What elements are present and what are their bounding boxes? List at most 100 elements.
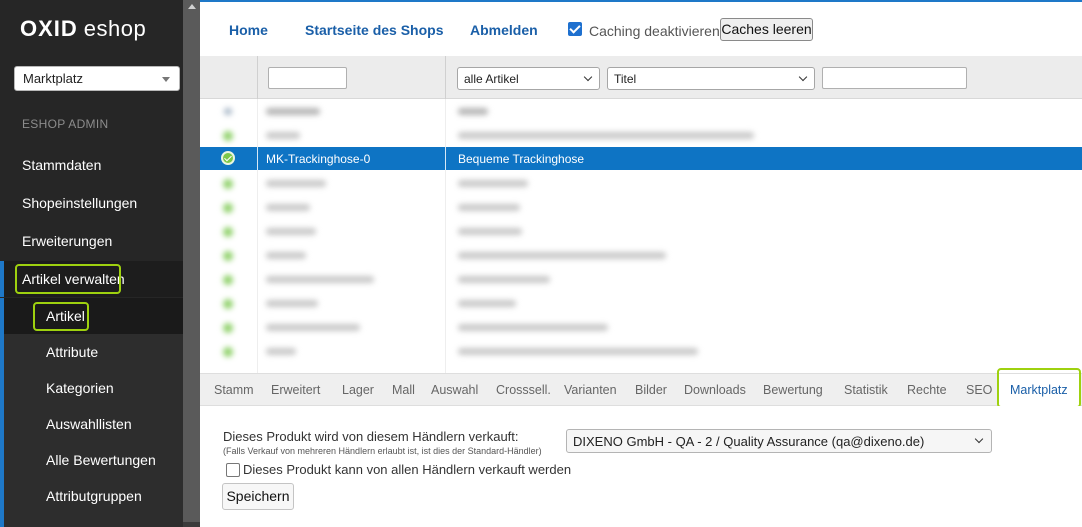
blurred-cell (458, 132, 754, 139)
active-status-icon (223, 323, 233, 333)
active-status-icon (223, 131, 233, 141)
all-merchants-label: Dieses Produkt kann von allen Händlern v… (243, 462, 572, 477)
blurred-cell (266, 324, 360, 331)
table-header-row (200, 99, 1082, 123)
table-row[interactable] (200, 171, 1082, 195)
blurred-header-cell (458, 108, 488, 115)
column-divider (445, 56, 446, 99)
table-row[interactable] (200, 315, 1082, 339)
chevron-down-icon (583, 72, 593, 82)
blurred-cell (458, 324, 608, 331)
table-row[interactable] (200, 339, 1082, 363)
sidebar-subitem-kategorien[interactable]: Kategorien (4, 370, 187, 406)
tab-rechte[interactable]: Rechte (907, 383, 947, 397)
tab-erweitert[interactable]: Erweitert (271, 383, 320, 397)
tab-stamm[interactable]: Stamm (214, 383, 254, 397)
tab-mall[interactable]: Mall (392, 383, 415, 397)
chevron-down-icon (162, 77, 170, 82)
highlight-artikel (33, 302, 89, 331)
shop-select[interactable]: Marktplatz (14, 66, 180, 91)
sidebar-item-stammdaten[interactable]: Stammdaten (0, 147, 183, 183)
article-detail-tabs: Stamm Erweitert Lager Mall Auswahl Cross… (200, 373, 1082, 407)
table-row[interactable] (200, 291, 1082, 315)
clear-caches-button[interactable]: Caches leeren (720, 18, 813, 41)
sidebar-item-shopeinstellungen[interactable]: Shopeinstellungen (0, 185, 183, 221)
sidebar: OXID eshop Marktplatz ESHOP ADMIN Stammda… (0, 0, 200, 527)
active-status-icon (223, 275, 233, 285)
sidebar-item-erweiterungen[interactable]: Erweiterungen (0, 223, 183, 259)
column-divider (445, 147, 446, 170)
shop-start-link[interactable]: Startseite des Shops (305, 22, 444, 38)
marketplace-form: Dieses Produkt wird von diesem Händlern … (200, 406, 1082, 527)
title-search-input[interactable] (822, 67, 967, 89)
tab-statistik[interactable]: Statistik (844, 383, 888, 397)
chevron-down-icon (974, 434, 984, 444)
merchant-label: Dieses Produkt wird von diesem Händlern … (223, 429, 519, 444)
blurred-cell (266, 300, 318, 307)
table-row[interactable] (200, 123, 1082, 147)
tab-downloads[interactable]: Downloads (684, 383, 746, 397)
sidebar-subitem-label: Attributgruppen (46, 488, 142, 504)
active-status-icon (223, 299, 233, 309)
article-type-select-value: alle Artikel (464, 72, 519, 86)
sidebar-subitem-auswahllisten[interactable]: Auswahllisten (4, 406, 187, 442)
blurred-cell (458, 228, 522, 235)
tab-auswahl[interactable]: Auswahl (431, 383, 478, 397)
blurred-cell (266, 348, 296, 355)
save-button[interactable]: Speichern (222, 483, 294, 510)
logout-link[interactable]: Abmelden (470, 22, 538, 38)
blurred-cell (458, 252, 666, 259)
article-title-cell: Bequeme Trackinghose (458, 152, 585, 166)
logo-text-oxid: OXID (20, 16, 78, 41)
sidebar-item-label: Erweiterungen (22, 233, 113, 249)
search-field-select-value: Titel (614, 72, 637, 86)
all-merchants-checkbox[interactable] (226, 463, 240, 477)
scroll-up-arrow-icon[interactable] (188, 4, 196, 9)
sidebar-subitem-artikel[interactable]: Artikel (4, 298, 187, 334)
sidebar-subitem-alle-bewertungen[interactable]: Alle Bewertungen (4, 442, 187, 478)
blurred-cell (266, 228, 316, 235)
chevron-down-icon (798, 72, 808, 82)
table-row[interactable] (200, 219, 1082, 243)
eshop-admin-label: ESHOP ADMIN (22, 117, 109, 131)
home-link[interactable]: Home (229, 22, 268, 38)
table-row-selected[interactable]: MK-Trackinghose-0 Bequeme Trackinghose (200, 147, 1082, 170)
blurred-header-cell (266, 108, 320, 115)
oxid-eshop-logo[interactable]: OXID eshop (20, 16, 146, 46)
active-status-icon (223, 203, 233, 213)
table-row[interactable] (200, 267, 1082, 291)
sidebar-scrollbar-thumb[interactable] (183, 0, 200, 522)
table-row[interactable] (200, 195, 1082, 219)
article-list: MK-Trackinghose-0 Bequeme Trackinghose (200, 99, 1082, 373)
tab-bewertung[interactable]: Bewertung (763, 383, 823, 397)
article-type-select[interactable]: alle Artikel (457, 67, 600, 90)
merchant-select[interactable]: DIXENO GmbH - QA - 2 / Quality Assurance… (566, 429, 992, 453)
sidebar-subitem-label: Auswahllisten (46, 416, 132, 432)
tab-bilder[interactable]: Bilder (635, 383, 667, 397)
caching-checkbox[interactable] (568, 22, 582, 36)
sidebar-subitem-attribute[interactable]: Attribute (4, 334, 187, 370)
blurred-cell (458, 300, 516, 307)
tab-varianten[interactable]: Varianten (564, 383, 617, 397)
search-field-select[interactable]: Titel (607, 67, 815, 90)
shop-select-value: Marktplatz (23, 71, 83, 86)
filter-row: alle Artikel Titel (200, 56, 1082, 99)
merchant-select-value: DIXENO GmbH - QA - 2 / Quality Assurance… (573, 434, 925, 449)
blurred-cell (266, 180, 326, 187)
tab-seo[interactable]: SEO (966, 383, 992, 397)
sidebar-scrollbar[interactable] (183, 0, 200, 527)
blurred-cell (458, 276, 550, 283)
blurred-cell (266, 132, 300, 139)
active-status-icon (221, 151, 235, 165)
sidebar-subitem-attributgruppen[interactable]: Attributgruppen (4, 478, 187, 514)
column-divider (257, 147, 258, 170)
sidebar-submenu: Artikel Attribute Kategorien Auswahllist… (0, 298, 187, 527)
article-number-cell: MK-Trackinghose-0 (266, 152, 371, 166)
column-divider (257, 56, 258, 99)
active-status-icon (223, 179, 233, 189)
tab-crosssell[interactable]: Crosssell. (496, 383, 551, 397)
article-number-filter-input[interactable] (268, 67, 347, 89)
tab-lager[interactable]: Lager (342, 383, 374, 397)
table-row[interactable] (200, 243, 1082, 267)
highlight-artikel-verwalten (15, 264, 121, 294)
